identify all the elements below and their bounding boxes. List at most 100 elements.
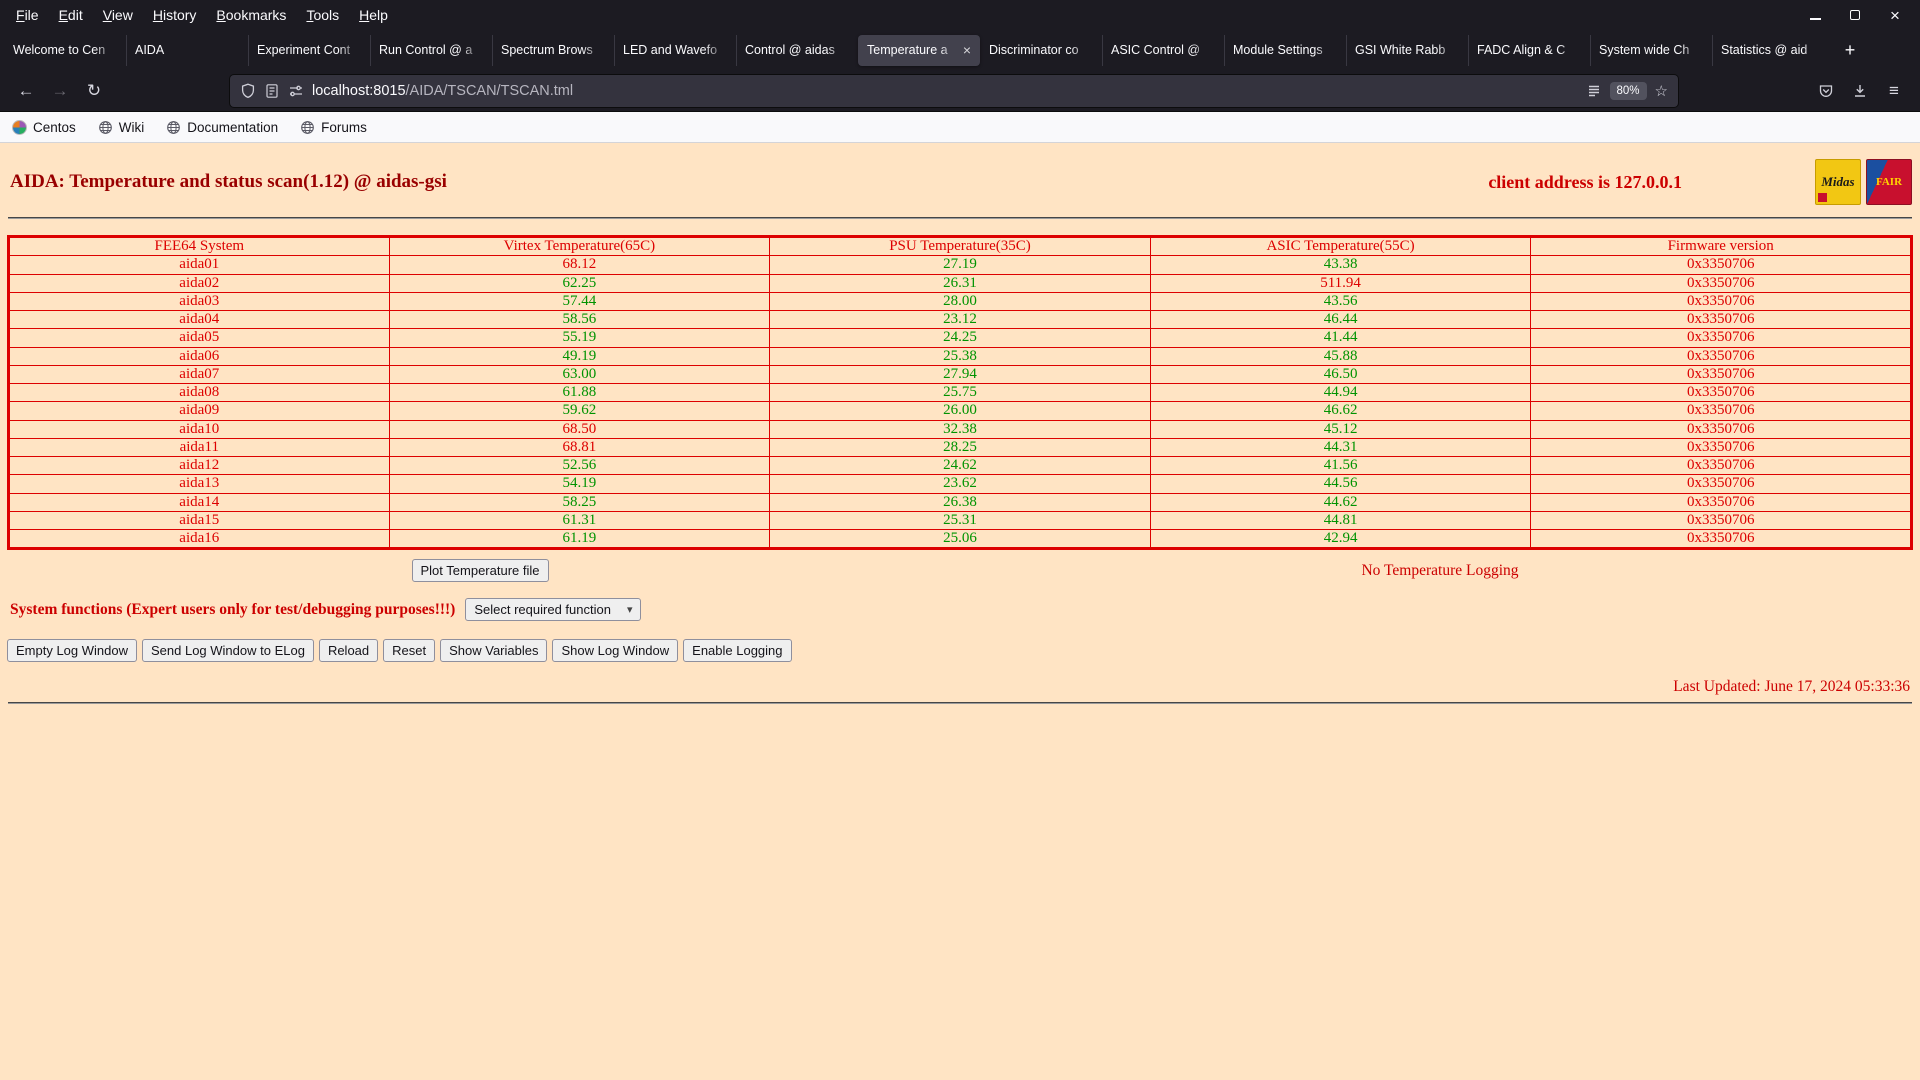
url-bar[interactable]: localhost:8015/AIDA/TSCAN/TSCAN.tml 80% … bbox=[230, 74, 1678, 107]
cell-psu-temp: 28.00 bbox=[769, 291, 1151, 312]
empty-log-window-button[interactable]: Empty Log Window bbox=[7, 639, 137, 663]
cell-asic-temp: 44.81 bbox=[1149, 510, 1532, 531]
cell-firmware-version: 0x3350706 bbox=[1530, 474, 1912, 494]
tab-welcome-to-cen[interactable]: Welcome to Cen bbox=[4, 35, 126, 66]
downloads-icon[interactable] bbox=[1844, 76, 1876, 106]
cell-asic-temp: 46.44 bbox=[1149, 309, 1532, 330]
back-button[interactable]: ← bbox=[10, 76, 42, 106]
tab-module-settings[interactable]: Module Settings bbox=[1224, 35, 1346, 66]
cell-virtex-temp: 55.19 bbox=[388, 328, 771, 348]
globe-icon bbox=[98, 120, 113, 135]
cell-fee64-name: aida12 bbox=[8, 455, 390, 476]
tab-label: Spectrum Brows bbox=[501, 43, 593, 57]
cell-fee64-name: aida06 bbox=[8, 346, 390, 366]
tab-system-wide-ch[interactable]: System wide Ch bbox=[1590, 35, 1712, 66]
function-select[interactable]: Select required function ▾ bbox=[465, 598, 642, 622]
tab-run-control-a[interactable]: Run Control @ a bbox=[370, 35, 492, 66]
table-row-aida03: aida03 57.44 28.00 43.56 0x3350706 bbox=[8, 291, 1912, 312]
cell-psu-temp: 25.31 bbox=[769, 510, 1151, 531]
menu-tools[interactable]: Tools bbox=[296, 7, 349, 23]
action-buttons: Empty Log Window Send Log Window to ELog R… bbox=[7, 639, 1920, 663]
menu-view[interactable]: View bbox=[93, 7, 143, 23]
cell-asic-temp: 41.56 bbox=[1149, 455, 1532, 476]
show-log-window-button[interactable]: Show Log Window bbox=[552, 639, 679, 663]
cell-fee64-name: aida09 bbox=[8, 401, 390, 421]
reload-button[interactable]: ↻ bbox=[78, 76, 110, 106]
tab-control-aidas[interactable]: Control @ aidas bbox=[736, 35, 858, 66]
tab-experiment-cont[interactable]: Experiment Cont bbox=[248, 35, 370, 66]
logging-status: No Temperature Logging bbox=[1361, 561, 1519, 579]
menu-help[interactable]: Help bbox=[349, 7, 398, 23]
table-row-aida01: aida01 68.12 27.19 43.38 0x3350706 bbox=[8, 255, 1912, 275]
cell-asic-temp: 42.94 bbox=[1149, 528, 1532, 550]
maximize-icon bbox=[1850, 10, 1860, 20]
column-header-psu-temperature-35c: PSU Temperature(35C) bbox=[769, 235, 1151, 257]
reader-view-icon[interactable] bbox=[1586, 83, 1602, 99]
plot-temperature-button[interactable]: Plot Temperature file bbox=[411, 559, 549, 583]
cell-asic-temp: 43.38 bbox=[1149, 255, 1532, 275]
bookmark-star-icon[interactable]: ☆ bbox=[1655, 82, 1668, 100]
cell-virtex-temp: 68.81 bbox=[388, 437, 771, 458]
cell-psu-temp: 27.94 bbox=[769, 364, 1151, 385]
forward-button[interactable]: → bbox=[44, 76, 76, 106]
maximize-button[interactable] bbox=[1840, 3, 1870, 27]
close-button[interactable]: × bbox=[1880, 3, 1910, 27]
cell-psu-temp: 25.38 bbox=[769, 346, 1151, 366]
tab-label: Experiment Cont bbox=[257, 43, 351, 57]
bookmark-centos[interactable]: Centos bbox=[12, 119, 76, 135]
menu-hamburger-icon[interactable]: ≡ bbox=[1878, 76, 1910, 106]
enable-logging-button[interactable]: Enable Logging bbox=[683, 639, 792, 663]
table-row-aida15: aida15 61.31 25.31 44.81 0x3350706 bbox=[8, 510, 1912, 531]
minimize-button[interactable] bbox=[1800, 3, 1830, 27]
cell-virtex-temp: 61.31 bbox=[388, 510, 771, 531]
menu-bookmarks[interactable]: Bookmarks bbox=[206, 7, 296, 23]
table-header-row: FEE64 System Virtex Temperature(65C) PSU T… bbox=[8, 235, 1912, 257]
reset-button[interactable]: Reset bbox=[383, 639, 436, 663]
cell-virtex-temp: 52.56 bbox=[388, 455, 771, 476]
tabs: Welcome to Cen AIDA Experiment Cont Run Con… bbox=[4, 30, 1834, 70]
tab-label: System wide Ch bbox=[1599, 43, 1690, 57]
show-variables-button[interactable]: Show Variables bbox=[440, 639, 548, 663]
tab-discriminator-co[interactable]: Discriminator co bbox=[980, 35, 1102, 66]
table-row-aida12: aida12 52.56 24.62 41.56 0x3350706 bbox=[8, 455, 1912, 476]
tab-fadc-align-c[interactable]: FADC Align & C bbox=[1468, 35, 1590, 66]
cell-psu-temp: 27.19 bbox=[769, 255, 1151, 275]
bookmark-documentation[interactable]: Documentation bbox=[166, 120, 278, 135]
menu-file[interactable]: File bbox=[6, 7, 49, 23]
cell-fee64-name: aida04 bbox=[8, 309, 390, 330]
new-tab-button[interactable]: + bbox=[1834, 35, 1866, 65]
window-controls: × bbox=[1800, 3, 1920, 27]
tab-temperature-a[interactable]: Temperature a × bbox=[858, 34, 980, 66]
close-icon: × bbox=[1890, 5, 1900, 25]
reload-button[interactable]: Reload bbox=[318, 639, 379, 663]
cell-firmware-version: 0x3350706 bbox=[1530, 328, 1912, 348]
cell-firmware-version: 0x3350706 bbox=[1530, 291, 1912, 312]
tab-label: Module Settings bbox=[1233, 43, 1323, 57]
pocket-icon[interactable] bbox=[1810, 76, 1842, 106]
bookmark-wiki[interactable]: Wiki bbox=[98, 120, 144, 135]
menu-edit[interactable]: Edit bbox=[49, 7, 93, 23]
tab-spectrum-brows[interactable]: Spectrum Brows bbox=[492, 35, 614, 66]
zoom-badge[interactable]: 80% bbox=[1609, 81, 1647, 100]
bookmarks-toolbar: Centos Wiki Documentation Forums bbox=[0, 112, 1920, 143]
send-log-window-to-elog-button[interactable]: Send Log Window to ELog bbox=[142, 639, 314, 663]
menu-history[interactable]: History bbox=[143, 7, 207, 23]
site-info-icon[interactable] bbox=[264, 83, 280, 99]
cell-firmware-version: 0x3350706 bbox=[1530, 309, 1912, 330]
url-text[interactable]: localhost:8015/AIDA/TSCAN/TSCAN.tml bbox=[312, 83, 1578, 99]
tab-statistics-aid[interactable]: Statistics @ aid bbox=[1712, 35, 1834, 66]
bookmark-forums[interactable]: Forums bbox=[300, 120, 367, 135]
cell-firmware-version: 0x3350706 bbox=[1530, 401, 1912, 421]
permissions-icon[interactable] bbox=[288, 83, 304, 99]
tab-gsi-white-rabb[interactable]: GSI White Rabb bbox=[1346, 35, 1468, 66]
midas-logo: Midas bbox=[1815, 159, 1861, 205]
cell-asic-temp: 511.94 bbox=[1149, 273, 1532, 293]
tab-aida[interactable]: AIDA bbox=[126, 35, 248, 66]
cell-psu-temp: 26.31 bbox=[769, 273, 1151, 293]
shield-icon[interactable] bbox=[240, 83, 256, 99]
tab-close-icon[interactable]: × bbox=[963, 42, 971, 58]
divider-top bbox=[8, 217, 1912, 219]
tab-led-and-wavefo[interactable]: LED and Wavefo bbox=[614, 35, 736, 66]
tab-asic-control[interactable]: ASIC Control @ bbox=[1102, 35, 1224, 66]
cell-fee64-name: aida10 bbox=[8, 419, 390, 439]
